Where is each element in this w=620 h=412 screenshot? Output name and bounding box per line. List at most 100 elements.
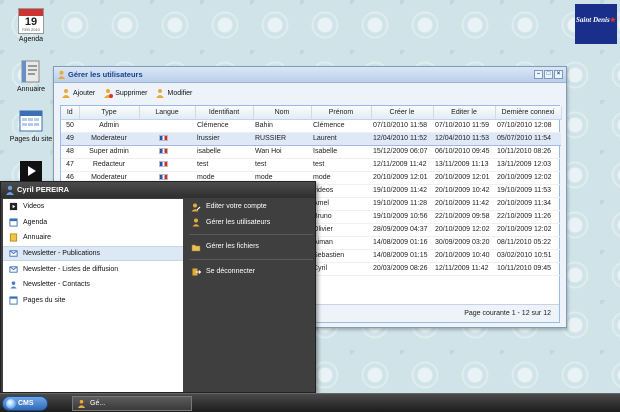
video-icon <box>9 203 18 211</box>
column-header[interactable]: Id <box>61 106 80 120</box>
cell-last: 20/10/2009 12:02 <box>495 223 561 237</box>
cell-edited: 20/10/2009 12:01 <box>433 171 495 185</box>
column-header[interactable]: Langue <box>139 106 196 120</box>
start-menu-item[interactable]: Newsletter - Contacts <box>3 277 183 293</box>
start-menu-item[interactable]: Videos <box>3 199 183 215</box>
add-user-icon <box>62 89 70 98</box>
column-header[interactable]: Créer le <box>371 106 434 120</box>
taskbar-window-button[interactable]: Gé... <box>72 396 192 411</box>
start-menu-item[interactable]: Newsletter - Listes de diffusion <box>3 261 183 277</box>
cell-nom: test <box>253 158 311 172</box>
cell-id: 47 <box>61 158 79 172</box>
cell-created: 12/11/2009 11:42 <box>371 158 433 172</box>
delete-user-icon <box>104 89 114 98</box>
desktop-icon-pages[interactable]: Pages du site <box>8 108 54 143</box>
start-menu-action[interactable]: Editer votre compte <box>187 199 315 215</box>
window-toolbar: Ajouter Supprimer Modifier <box>54 83 566 103</box>
column-header[interactable]: Identifiant <box>195 106 254 120</box>
start-menu-action[interactable]: Gérer les utilisateurs <box>187 215 315 231</box>
close-button[interactable]: × <box>554 70 563 79</box>
cell-edited: 30/09/2009 03:20 <box>433 236 495 250</box>
edit-button[interactable]: Modifier <box>155 88 192 98</box>
cell-type: Redacteur <box>79 158 139 172</box>
cell-id: 49 <box>61 131 79 146</box>
start-menu-item[interactable]: Pages du site <box>3 293 183 309</box>
cell-created: 20/03/2009 08:26 <box>371 262 433 276</box>
flag-fr-icon <box>159 174 168 181</box>
cell-created: 20/10/2009 12:01 <box>371 171 433 185</box>
table-row[interactable]: 49 Moderateur lrussier RUSSIER Laurent 12/04/… <box>61 131 561 146</box>
cell-edited: 20/10/2009 10:42 <box>433 184 495 198</box>
table-row[interactable]: 47 Redacteur test test test 12/11/2009 11:42 1… <box>61 158 561 172</box>
cell-edited: 12/11/2009 11:42 <box>433 262 495 276</box>
edit-account-icon <box>191 203 201 212</box>
cell-last: 08/11/2010 05:22 <box>495 236 561 250</box>
window-title: Gérer les utilisateurs <box>68 70 143 79</box>
column-header[interactable]: Editer le <box>433 106 496 120</box>
cell-last: 10/11/2010 09:45 <box>495 262 561 276</box>
cell-prenom: Cyril <box>311 262 371 276</box>
start-menu-action-label: Editer votre compte <box>206 203 267 211</box>
cell-type: Moderateur <box>79 131 139 146</box>
cell-edited: 20/10/2009 12:02 <box>433 223 495 237</box>
start-menu: Cyril PEREIRA Videos Agenda Annuaire Newsle… <box>0 181 316 393</box>
current-user-name: Cyril PEREIRA <box>17 185 70 194</box>
cell-last: 10/11/2010 08:26 <box>495 145 561 159</box>
cell-prenom: Amel <box>311 197 371 211</box>
maximize-button[interactable]: □ <box>544 70 553 79</box>
taskbar: CMS Gé... <box>0 393 620 412</box>
column-header[interactable]: Dernière connexi <box>495 106 562 120</box>
table-row[interactable]: 50 Admin Clémence Bahin Clémence 07/10/2010 1… <box>61 119 561 133</box>
desktop-icon-agenda[interactable]: 19 FEB 2010 Agenda <box>8 8 54 43</box>
column-header[interactable]: Nom <box>253 106 312 120</box>
site-pages-icon <box>9 296 18 305</box>
start-button[interactable]: CMS <box>2 396 48 411</box>
cell-edited: 20/10/2009 11:42 <box>433 197 495 211</box>
cell-last: 20/10/2009 12:02 <box>495 171 561 185</box>
cell-prenom: Olivier <box>311 223 371 237</box>
cell-prenom: test <box>311 158 371 172</box>
menu-separator <box>189 234 313 236</box>
cell-edited: 22/10/2009 09:58 <box>433 210 495 224</box>
window-titlebar[interactable]: Gérer les utilisateurs – □ × <box>54 67 566 83</box>
desktop-icon-annuaire[interactable]: Annuaire <box>8 58 54 93</box>
start-menu-item[interactable]: Newsletter - Publications <box>3 245 183 262</box>
add-button[interactable]: Ajouter <box>61 88 95 98</box>
start-menu-action[interactable]: Se déconnecter <box>187 264 315 280</box>
minimize-button[interactable]: – <box>534 70 543 79</box>
newsletter-icon <box>9 250 18 257</box>
start-menu-item-label: Pages du site <box>23 296 66 304</box>
cell-created: 19/10/2009 11:28 <box>371 197 433 211</box>
contacts-icon <box>10 281 17 289</box>
language-cell <box>139 158 195 172</box>
cell-nom: Wan Hoi <box>253 145 311 159</box>
start-menu-action[interactable]: Gérer les fichiers <box>187 239 315 255</box>
cell-last: 22/10/2009 11:26 <box>495 210 561 224</box>
user-icon <box>6 185 14 195</box>
start-menu-action-label: Gérer les fichiers <box>206 243 259 251</box>
start-menu-programs: Videos Agenda Annuaire Newsletter - Publica… <box>3 199 183 392</box>
cell-login: test <box>195 158 253 172</box>
start-menu-item-label: Agenda <box>23 218 48 226</box>
cell-last: 20/10/2009 11:34 <box>495 197 561 211</box>
column-header[interactable]: Type <box>79 106 140 120</box>
table-row[interactable]: 48 Super admin isabelle Wan Hoi Isabelle 15/1… <box>61 145 561 159</box>
cell-last: 13/11/2009 12:03 <box>495 158 561 172</box>
cell-last: 05/07/2010 11:54 <box>495 131 561 146</box>
cell-prenom: Clémence <box>311 119 371 133</box>
cell-created: 07/10/2010 11:58 <box>371 119 433 133</box>
column-header[interactable]: Prénom <box>311 106 372 120</box>
start-menu-item-label: Videos <box>23 203 45 211</box>
cell-edited: 12/04/2010 11:53 <box>433 131 495 146</box>
start-menu-item[interactable]: Agenda <box>3 215 183 231</box>
cell-created: 19/10/2009 10:56 <box>371 210 433 224</box>
cell-created: 14/08/2009 01:16 <box>371 236 433 250</box>
cell-login: lrussier <box>195 131 253 146</box>
cell-prenom: Sebastien <box>311 249 371 263</box>
delete-button[interactable]: Supprimer <box>103 88 147 98</box>
cell-edited: 06/10/2010 09:45 <box>433 145 495 159</box>
users-icon <box>57 70 66 79</box>
cell-edited: 07/10/2010 11:59 <box>433 119 495 133</box>
start-menu-item[interactable]: Annuaire <box>3 230 183 246</box>
cell-prenom: mode <box>311 171 371 185</box>
